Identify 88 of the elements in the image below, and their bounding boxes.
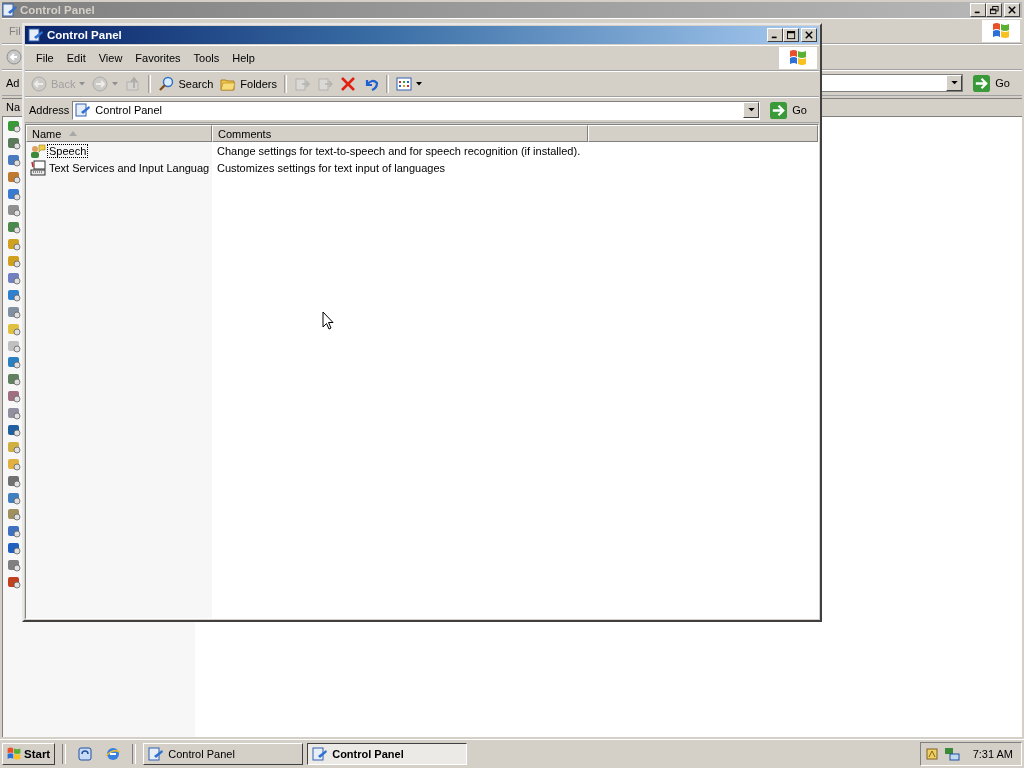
copy-icon (317, 76, 333, 92)
menu-item[interactable]: Edit (59, 52, 92, 64)
desktop-shortcut-icon[interactable] (77, 746, 94, 762)
caret-icon (112, 82, 119, 86)
address-label: Address (29, 104, 71, 116)
caret-icon (416, 82, 422, 86)
dropdown-button[interactable] (743, 102, 760, 118)
control-panel-item-icon[interactable] (6, 118, 22, 134)
clock: 7:31 AM (972, 748, 1013, 760)
control-panel-item-icon[interactable] (6, 371, 22, 388)
control-panel-item-icon[interactable] (6, 506, 22, 523)
delete-icon (340, 76, 356, 92)
column-header[interactable]: Name (26, 125, 212, 142)
move-icon (294, 76, 310, 92)
control-panel-item-icon[interactable] (6, 202, 22, 219)
control-panel-item-icon[interactable] (6, 540, 22, 557)
control-panel-item-icon[interactable] (6, 574, 22, 591)
address-label: Ad (5, 77, 21, 89)
back-icon (31, 76, 47, 92)
address-value: Control Panel (95, 104, 163, 116)
minimize-button[interactable] (767, 28, 783, 42)
item-comment: Customizes settings for text input of languages (216, 161, 446, 174)
caret-icon (950, 81, 958, 85)
control-panel-item-icon[interactable] (6, 219, 22, 236)
menu-item[interactable]: Help (225, 52, 261, 64)
go-button[interactable]: Go (969, 72, 1022, 94)
forward-icon (92, 76, 109, 92)
views-icon (396, 76, 412, 92)
control-panel-icon (148, 746, 165, 762)
close-icon (805, 31, 813, 39)
arrow-icon (770, 101, 788, 119)
address-field[interactable] (821, 74, 964, 92)
caret-icon (79, 82, 86, 86)
control-panel-item-icon[interactable] (6, 354, 22, 371)
language-tray-icon[interactable] (924, 746, 941, 762)
sort-arrow-icon (69, 131, 78, 136)
mouse-cursor (322, 311, 334, 331)
go-button[interactable]: Go (766, 99, 819, 121)
control-panel-item-icon[interactable] (6, 253, 22, 270)
window-title: Control Panel (47, 29, 123, 41)
dropdown-button[interactable] (946, 75, 963, 91)
control-panel-item-icon[interactable] (6, 523, 22, 540)
start-button[interactable]: Start (2, 743, 56, 765)
keyboard-monitor-icon (30, 159, 46, 176)
control-panel-icon (2, 2, 18, 18)
browser-icon[interactable] (105, 746, 122, 762)
control-panel-icon (28, 27, 44, 43)
menu-item[interactable]: Favorites (128, 52, 187, 64)
maximize-button[interactable] (783, 28, 799, 42)
control-panel-icon (75, 102, 92, 118)
folders-button[interactable]: Folders (218, 73, 279, 95)
person-speech-icon (30, 142, 46, 159)
control-panel-item-icon[interactable] (6, 270, 22, 286)
restore-icon (989, 5, 999, 15)
taskbar-button[interactable]: Control Panel (143, 743, 304, 765)
network-tray-icon[interactable] (943, 746, 960, 762)
windows-logo (6, 746, 22, 762)
up-icon (125, 76, 142, 92)
item-name[interactable]: Speech (47, 143, 89, 158)
control-panel-item-icon[interactable] (6, 557, 22, 574)
item-name[interactable]: Text Services and Input Languag (47, 160, 212, 175)
column-header[interactable]: Comments (212, 125, 588, 142)
control-panel-icon (312, 746, 329, 762)
minimize-button[interactable] (970, 3, 986, 17)
control-panel-item-icon[interactable] (6, 388, 22, 405)
item-comment: Change settings for text-to-speech and for speech recognition (if installed). (216, 144, 581, 157)
search-icon (158, 76, 175, 92)
column-header[interactable] (588, 125, 818, 142)
search-button[interactable]: Search (156, 73, 216, 95)
control-panel-item-icon[interactable] (6, 422, 22, 439)
menu-item[interactable]: View (91, 52, 129, 64)
menu-item[interactable]: Tools (186, 52, 226, 64)
control-panel-item-icon[interactable] (6, 405, 22, 422)
column-header[interactable]: Na (2, 99, 22, 116)
close-icon (1008, 6, 1016, 14)
restore-button[interactable] (986, 3, 1002, 17)
close-button[interactable] (801, 28, 817, 42)
folders-icon (220, 76, 237, 92)
address-field[interactable]: Control Panel (72, 100, 761, 120)
close-button[interactable] (1004, 3, 1020, 17)
maximize-icon (786, 30, 796, 40)
menu-item[interactable]: File (29, 52, 60, 64)
arrow-icon (973, 74, 991, 92)
window-title: Control Panel (20, 4, 96, 16)
caret-icon (747, 108, 755, 112)
taskbar-button[interactable]: Control Panel (307, 743, 468, 765)
back-icon[interactable] (6, 49, 22, 65)
control-panel-item-icon[interactable] (6, 236, 22, 253)
